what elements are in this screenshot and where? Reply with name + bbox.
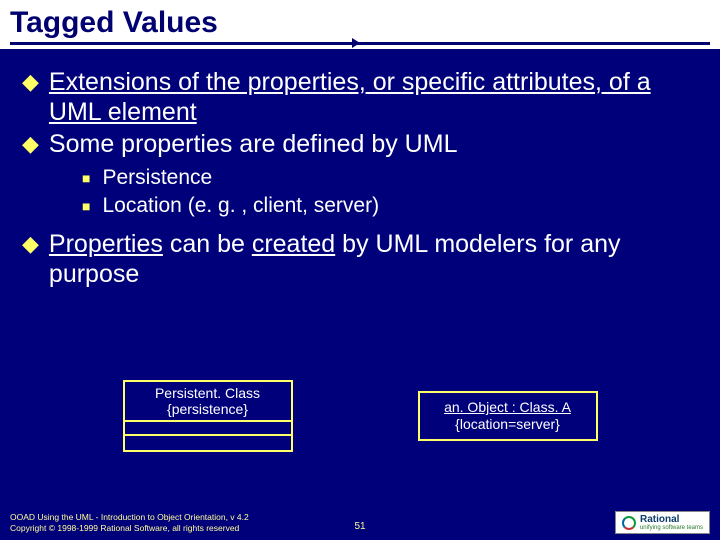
logo-swirl-icon: [622, 516, 636, 530]
bullet-text: Properties can be created by UML modeler…: [49, 229, 698, 289]
title-underline: [10, 42, 710, 45]
rational-logo: Rational unifying software teams: [615, 511, 710, 534]
slide-footer: OOAD Using the UML - Introduction to Obj…: [10, 511, 710, 534]
sub-bullet-item: ■ Location (e. g. , client, server): [82, 193, 698, 219]
uml-class-box: Persistent. Class {persistence}: [123, 380, 293, 452]
slide-title: Tagged Values: [10, 6, 710, 40]
bullet-icon: ◆: [22, 129, 39, 159]
sub-bullet-text: Persistence: [102, 165, 212, 191]
bullet-icon: ◆: [22, 67, 39, 97]
class-name-compartment: Persistent. Class {persistence}: [125, 382, 291, 422]
bullet-item: ◆ Properties can be created by UML model…: [22, 229, 698, 289]
diagram-area: Persistent. Class {persistence} an. Obje…: [0, 380, 720, 452]
footer-logo-area: Rational unifying software teams: [615, 511, 710, 534]
footer-copyright: OOAD Using the UML - Introduction to Obj…: [10, 512, 249, 534]
sub-list: ■ Persistence ■ Location (e. g. , client…: [82, 165, 698, 219]
sub-bullet-icon: ■: [82, 165, 90, 191]
page-number: 51: [354, 521, 365, 532]
bullet-icon: ◆: [22, 229, 39, 259]
object-tag: {location=server}: [424, 416, 592, 433]
sub-bullet-item: ■ Persistence: [82, 165, 698, 191]
slide-body: ◆ Extensions of the properties, or speci…: [0, 49, 720, 289]
class-attr-compartment: [125, 422, 291, 436]
uml-object-box: an. Object : Class. A {location=server}: [418, 391, 598, 441]
bullet-item: ◆ Extensions of the properties, or speci…: [22, 67, 698, 127]
bullet-item: ◆ Some properties are defined by UML: [22, 129, 698, 159]
class-op-compartment: [125, 436, 291, 450]
bullet-text: Some properties are defined by UML: [49, 129, 458, 159]
sub-bullet-text: Location (e. g. , client, server): [102, 193, 379, 219]
object-name: an. Object : Class. A: [444, 399, 571, 415]
bullet-text: Extensions of the properties, or specifi…: [49, 68, 651, 126]
sub-bullet-icon: ■: [82, 193, 90, 219]
